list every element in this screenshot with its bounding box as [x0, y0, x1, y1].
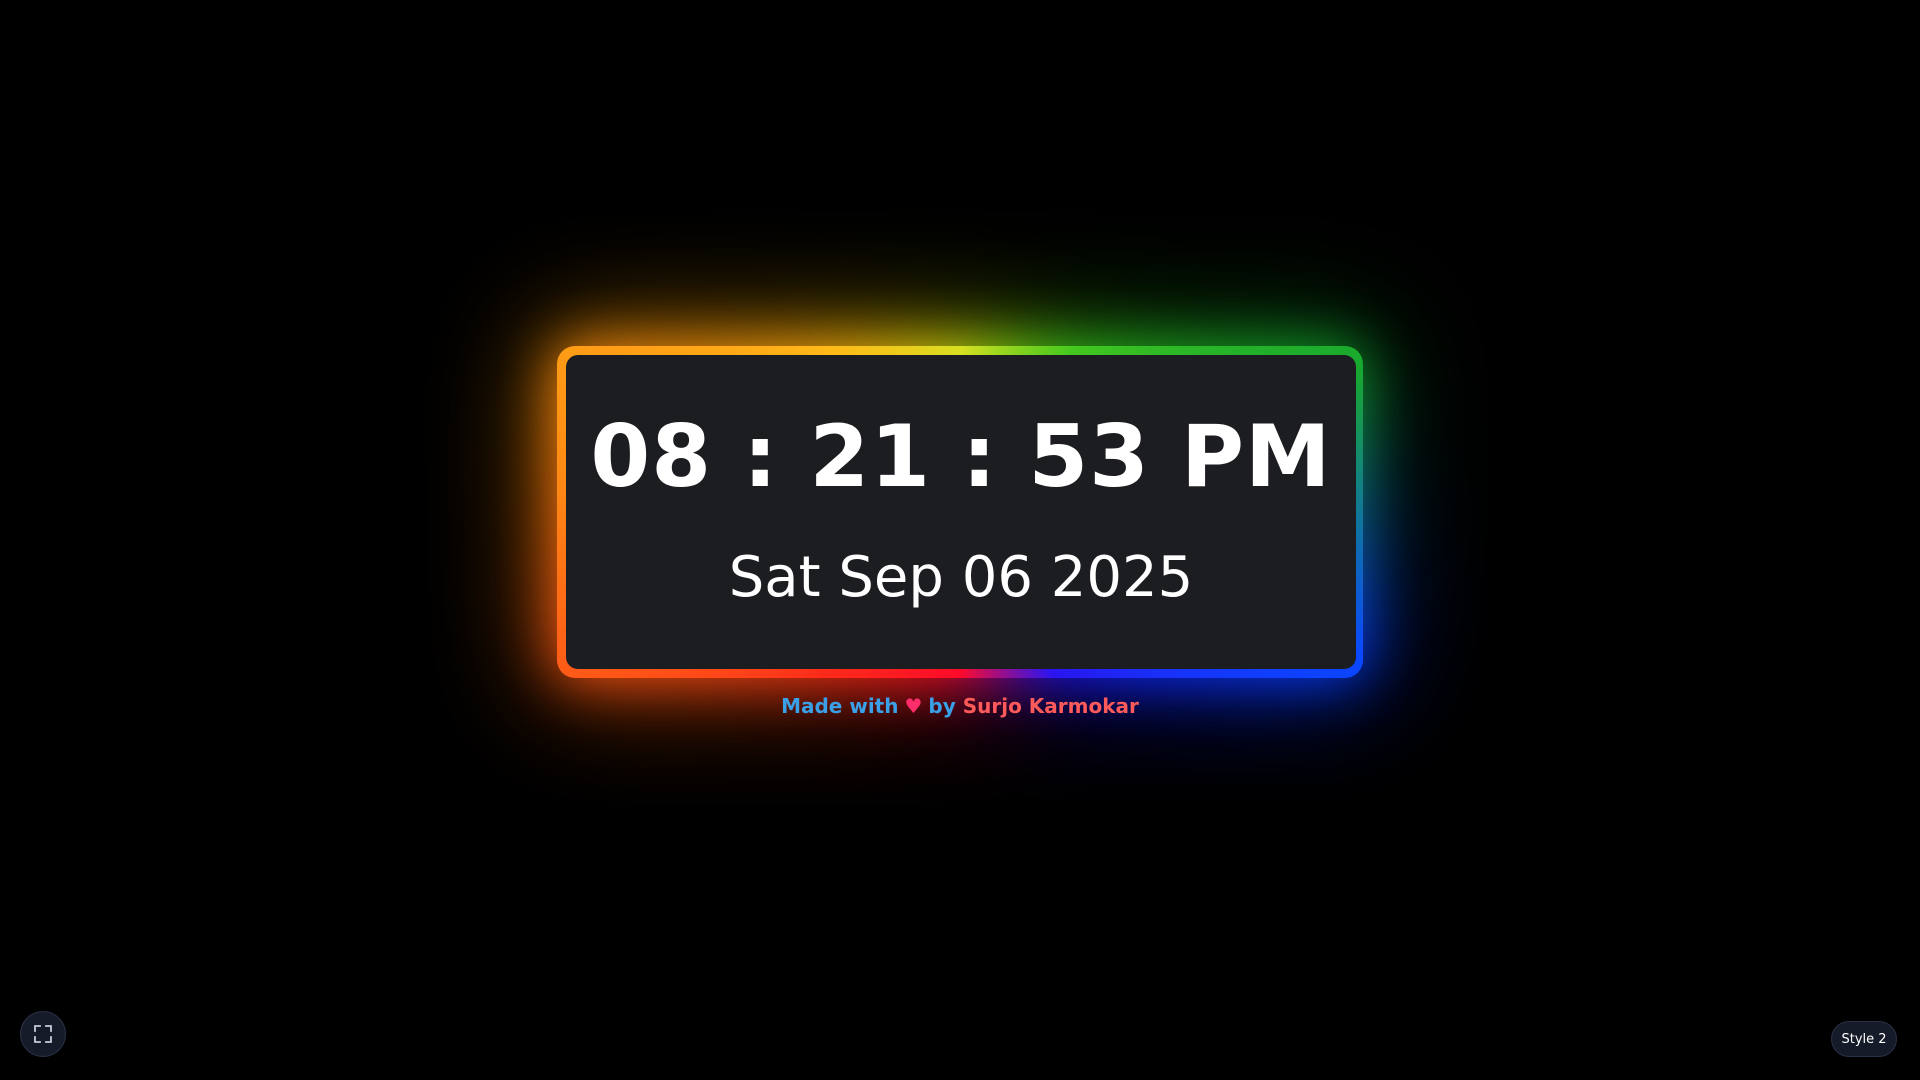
- clock-time: 08 : 21 : 53 PM: [590, 407, 1332, 507]
- clock-card: 08 : 21 : 53 PM Sat Sep 06 2025: [566, 355, 1356, 669]
- style-toggle-button[interactable]: Style 2: [1831, 1021, 1897, 1057]
- heart-icon: ♥: [904, 694, 923, 718]
- fullscreen-button[interactable]: [20, 1011, 66, 1057]
- credit-by: by: [928, 694, 956, 718]
- clock-date: Sat Sep 06 2025: [728, 545, 1194, 610]
- clock-page: 08 : 21 : 53 PM Sat Sep 06 2025 Made wit…: [0, 0, 1920, 1080]
- credit-made-with: Made with: [781, 694, 899, 718]
- credit-author-link[interactable]: Surjo Karmokar: [963, 694, 1139, 718]
- fullscreen-icon: [34, 1025, 52, 1043]
- credit-line: Made with ♥ by Surjo Karmokar: [0, 693, 1920, 719]
